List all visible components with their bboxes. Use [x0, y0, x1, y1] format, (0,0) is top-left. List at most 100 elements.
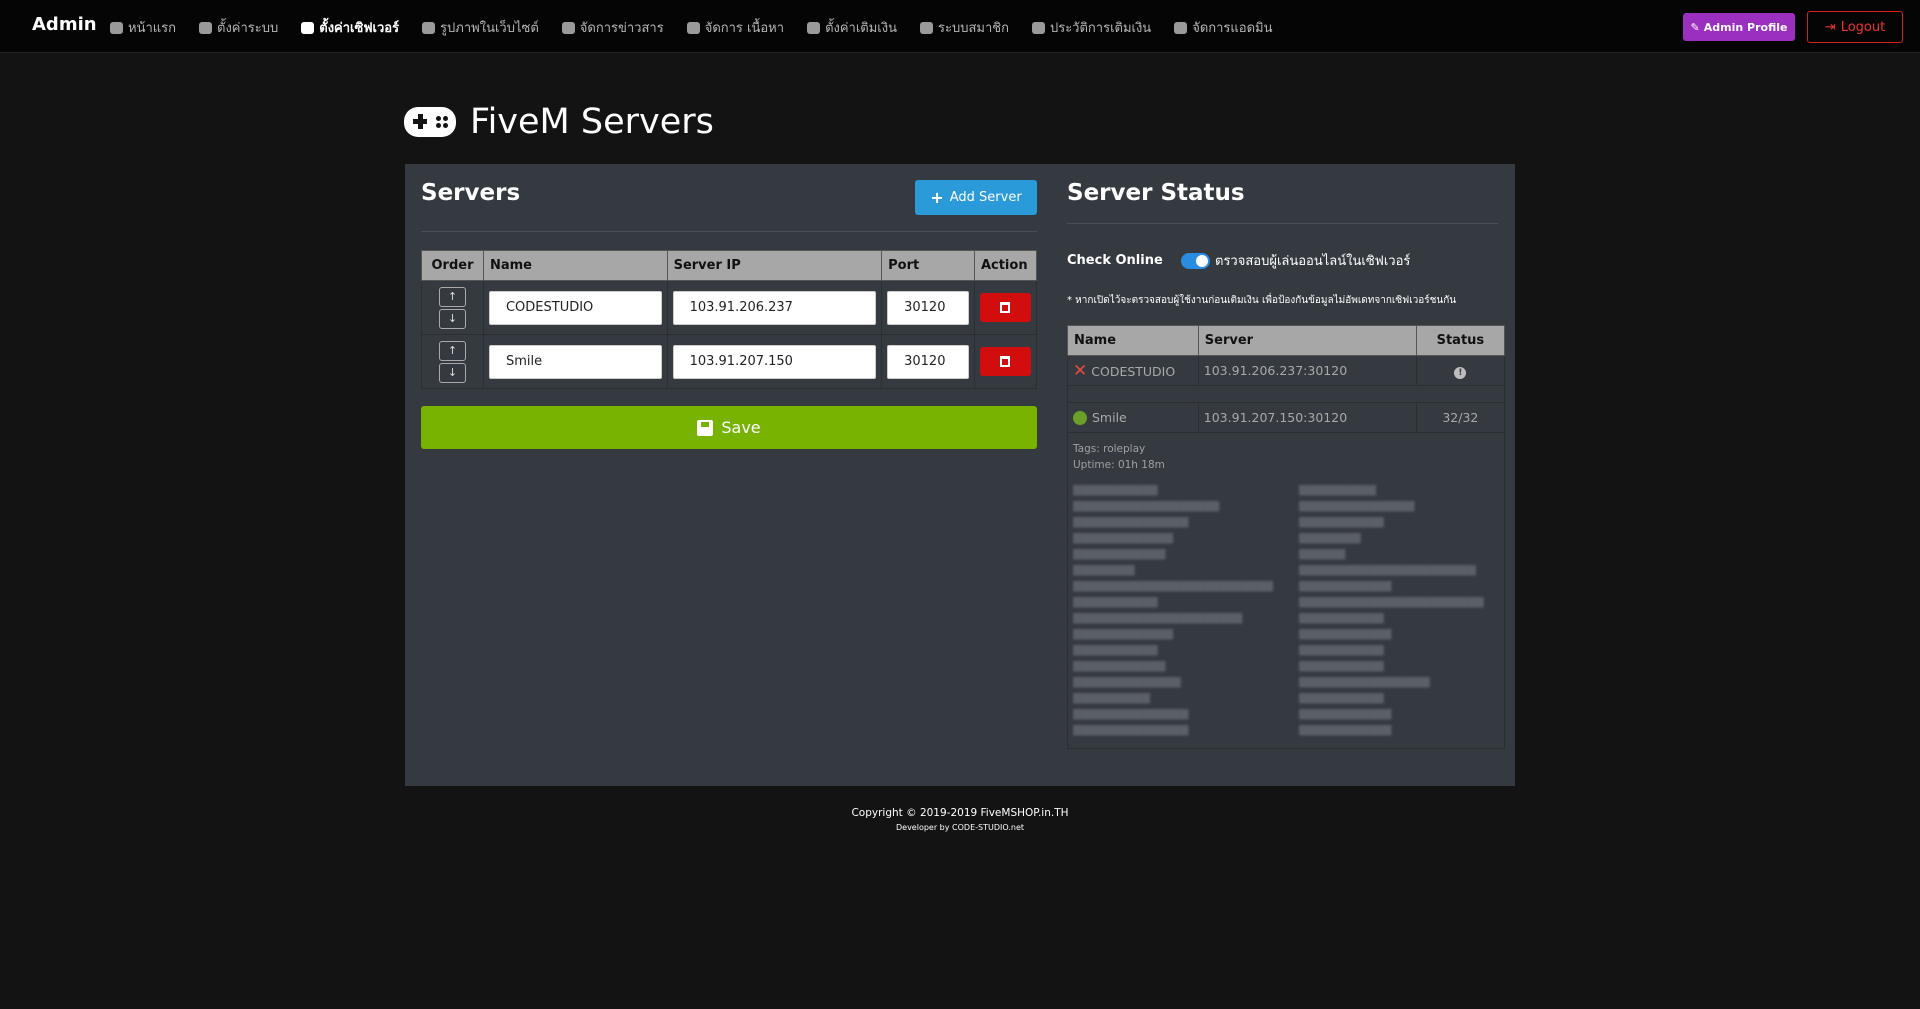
- brand[interactable]: Admin: [32, 14, 97, 35]
- nav-item-home[interactable]: หน้าแรก: [110, 17, 176, 38]
- player-entry-blurred: ████████████: [1073, 661, 1166, 672]
- add-server-button[interactable]: + Add Server: [915, 180, 1037, 215]
- status-server-cell: 103.91.206.237:30120: [1197, 355, 1417, 386]
- player-entry-blurred: ███████████: [1299, 693, 1384, 704]
- gamepad-icon: [301, 21, 315, 34]
- nav-item-topup-history[interactable]: ประวัติการเติมเงิน: [1031, 17, 1151, 38]
- player-entry-blurred: ████████████: [1299, 581, 1392, 592]
- exclamation-circle-icon: !: [1454, 366, 1467, 379]
- table-row: Smile 103.91.207.150:30120 32/32: [1067, 402, 1506, 433]
- nav-label: ตั้งค่าระบบ: [217, 21, 279, 36]
- nav-item-server-settings[interactable]: ตั้งค่าเซิฟเวอร์: [301, 17, 399, 38]
- col-name: Name: [1067, 325, 1199, 356]
- check-online-text: ตรวจสอบผู้เล่นออนไลน์ในเซิฟเวอร์: [1215, 254, 1411, 269]
- servers-title: Servers: [421, 180, 521, 206]
- server-detail-cell: Tags: roleplay Uptime: 01h 18m █████████…: [1067, 432, 1505, 749]
- save-button[interactable]: Save: [421, 406, 1037, 449]
- nav-item-settings[interactable]: ตั้งค่าระบบ: [199, 17, 278, 38]
- delete-server-button[interactable]: [979, 293, 1031, 322]
- player-entry-blurred: ███████████: [1073, 645, 1158, 656]
- player-entry-blurred: █████████████████: [1299, 677, 1430, 688]
- footer-copyright: Copyright © 2019-2019 FiveMSHOP.in.TH: [851, 807, 1069, 819]
- tools-icon: [807, 21, 821, 34]
- player-entry-blurred: ████████: [1299, 533, 1361, 544]
- spacer-row: [1067, 385, 1505, 403]
- admin-profile-button[interactable]: ✎ Admin Profile: [1683, 13, 1795, 41]
- player-entry-blurred: ████████████: [1299, 709, 1392, 720]
- order-cell: ↑ ↓: [421, 334, 484, 389]
- action-cell: [973, 334, 1038, 389]
- col-name: Name: [482, 250, 668, 281]
- player-entry-blurred: ██████████: [1073, 693, 1150, 704]
- server-port-input[interactable]: [887, 344, 969, 379]
- users-icon: [919, 21, 933, 34]
- player-entry-blurred: ███████████: [1299, 613, 1384, 624]
- server-name-input[interactable]: [488, 290, 662, 325]
- col-action: Action: [973, 250, 1038, 281]
- server-ip-input[interactable]: [672, 290, 877, 325]
- player-entry-blurred: ███████████████: [1073, 709, 1189, 720]
- nav-item-members[interactable]: ระบบสมาชิก: [919, 17, 1009, 38]
- col-status: Status: [1415, 325, 1506, 356]
- nav-label: จัดการข่าวสาร: [579, 21, 664, 36]
- status-cell: 32/32: [1415, 402, 1506, 433]
- logout-button[interactable]: ⇥ Logout: [1807, 11, 1903, 43]
- offline-x-icon: ✕: [1073, 360, 1088, 381]
- player-entry-blurred: ████████████: [1073, 549, 1166, 560]
- online-server-icon: [1073, 411, 1087, 426]
- server-name-input[interactable]: [488, 344, 662, 379]
- nav-item-content[interactable]: จัดการ เนื้อหา: [686, 17, 785, 38]
- player-entry-blurred: ██████: [1299, 549, 1346, 560]
- player-entry-blurred: ██████████████: [1073, 677, 1181, 688]
- nav-label: ตั้งค่าเซิฟเวอร์: [319, 21, 400, 36]
- nav-item-news[interactable]: จัดการข่าวสาร: [561, 17, 664, 38]
- player-entry-blurred: ███████████████████: [1073, 501, 1220, 512]
- sign-out-icon: ⇥: [1824, 19, 1836, 35]
- player-entry-blurred: ███████████: [1299, 661, 1384, 672]
- col-server: Server: [1197, 325, 1417, 356]
- nav-item-website-images[interactable]: รูปภาพในเว็บไซต์: [422, 17, 539, 38]
- status-cell: !: [1415, 355, 1506, 386]
- port-cell: [881, 280, 975, 335]
- server-ip-input[interactable]: [672, 344, 877, 379]
- order-cell: ↑ ↓: [421, 280, 484, 335]
- plus-icon: +: [930, 188, 944, 207]
- nav-item-topup-settings[interactable]: ตั้งค่าเติมเงิน: [807, 17, 897, 38]
- player-entry-blurred: ███████████: [1073, 485, 1158, 496]
- nav-label: หน้าแรก: [128, 21, 176, 36]
- servers-divider: [421, 231, 1037, 232]
- move-up-button[interactable]: ↑: [438, 340, 466, 361]
- status-server-name: CODESTUDIO: [1091, 363, 1176, 379]
- table-row: ✕ CODESTUDIO 103.91.206.237:30120 !: [1067, 355, 1506, 386]
- server-status-title: Server Status: [1067, 180, 1245, 206]
- player-entry-blurred: ██████████████████████: [1073, 613, 1243, 624]
- ip-cell: [666, 280, 883, 335]
- check-online-toggle[interactable]: [1181, 252, 1210, 269]
- ip-cell: [666, 334, 883, 389]
- trash-icon: [1000, 356, 1011, 367]
- server-port-input[interactable]: [887, 290, 969, 325]
- delete-server-button[interactable]: [979, 347, 1031, 376]
- player-entry-blurred: ████████████████████████: [1299, 597, 1484, 608]
- move-down-button[interactable]: ↓: [438, 308, 466, 329]
- gamepad-icon: [404, 107, 456, 137]
- top-navbar: Admin หน้าแรก ตั้งค่าระบบ ตั้งค่าเซิฟเวอ…: [0, 0, 1920, 53]
- move-up-button[interactable]: ↑: [438, 286, 466, 307]
- nav-item-admins[interactable]: จัดการแอดมิน: [1174, 17, 1273, 38]
- player-entry-blurred: ██████████: [1299, 485, 1376, 496]
- nav-label: จัดการ เนื้อหา: [704, 21, 785, 36]
- player-entry-blurred: ███████████████: [1299, 501, 1415, 512]
- status-server-name: Smile: [1092, 409, 1127, 425]
- move-down-button[interactable]: ↓: [438, 362, 466, 383]
- newspaper-icon: [561, 21, 575, 34]
- user-icon: [1174, 21, 1188, 34]
- player-entry-blurred: ████████: [1073, 565, 1135, 576]
- logout-label: Logout: [1840, 19, 1886, 35]
- action-cell: [973, 280, 1038, 335]
- player-entry-blurred: ███████████: [1299, 517, 1384, 528]
- history-icon: [1031, 21, 1045, 34]
- trash-icon: [1000, 302, 1011, 313]
- cogs-icon: [199, 21, 212, 34]
- check-online-row: Check Online ตรวจสอบผู้เล่นออนไลน์ในเซิฟ…: [1067, 250, 1410, 271]
- player-entry-blurred: █████████████: [1073, 629, 1173, 640]
